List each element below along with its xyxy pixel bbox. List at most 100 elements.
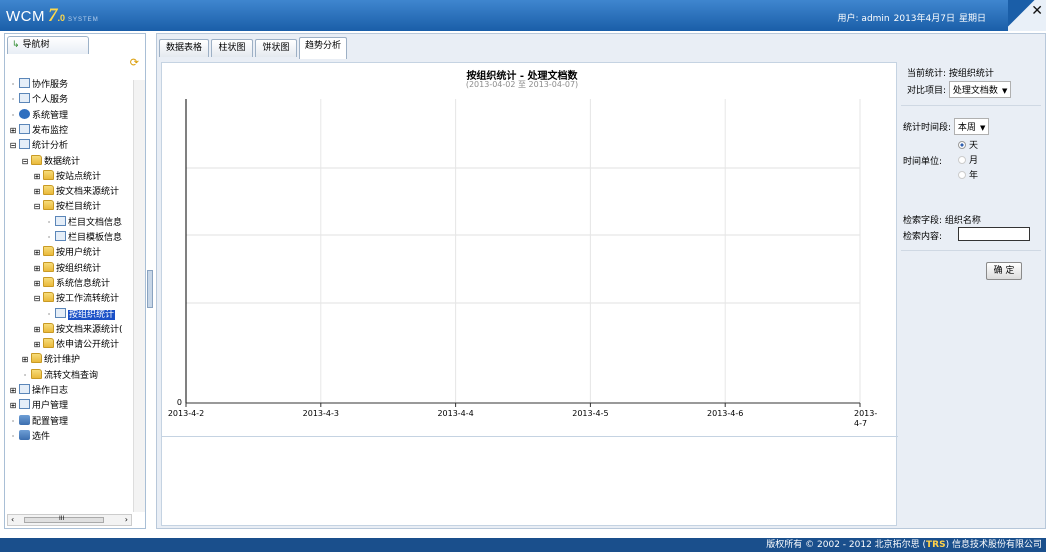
folder-icon — [31, 154, 42, 165]
doc-icon — [19, 139, 30, 150]
tree-line-icon: · — [47, 217, 51, 227]
collapse-icon[interactable]: ⊟ — [31, 201, 43, 213]
expand-icon[interactable]: ⊞ — [31, 263, 43, 275]
folder-icon — [43, 185, 54, 196]
tree-node-label: 栏目文档信息 — [68, 217, 123, 228]
tree-node[interactable]: · 流转文档查询 — [19, 368, 99, 383]
folder-icon — [43, 276, 54, 287]
expand-icon[interactable]: ⊞ — [7, 125, 19, 137]
tree-node[interactable]: ⊟ 数据统计 — [19, 154, 80, 169]
expand-icon[interactable]: ⊞ — [31, 247, 43, 259]
radio-month[interactable] — [958, 156, 966, 164]
tree-node[interactable]: ⊞ 发布监控 — [7, 123, 68, 138]
tree-node[interactable]: · 栏目模板信息 — [43, 231, 122, 245]
tree-line-icon: · — [47, 309, 51, 319]
folder-icon — [31, 368, 42, 379]
tree-node[interactable]: ⊞ 按文档来源统计 — [31, 185, 119, 199]
tree-node[interactable]: ⊞ 按组织统计 — [31, 261, 101, 276]
tree-node[interactable]: ⊞ 按文档来源统计( — [31, 322, 123, 337]
expand-icon[interactable]: ⊞ — [7, 385, 19, 397]
user-info: 用户: admin 2013年4月7日 星期日 — [834, 11, 986, 24]
folder-icon — [43, 322, 54, 333]
tree-node[interactable]: · 配置管理 — [7, 414, 69, 429]
tab-pie-chart[interactable]: 饼状图 — [255, 39, 297, 57]
search-content-input[interactable] — [958, 227, 1030, 241]
close-icon: ✕ — [1031, 3, 1043, 19]
tree-node[interactable]: ⊞ 依申请公开统计 — [31, 338, 119, 352]
doc-icon — [55, 231, 66, 241]
x-tick-label: 2013- — [854, 409, 877, 418]
top-header-bar: WCM 7.0 SYSTEM 用户: admin 2013年4月7日 星期日 ✕ — [0, 0, 1046, 31]
refresh-icon[interactable]: ⟳ — [130, 56, 139, 69]
tree-node[interactable]: · 选件 — [7, 429, 51, 444]
tree-node[interactable]: ⊞ 按站点统计 — [31, 169, 101, 184]
tree-node[interactable]: ⊞ 操作日志 — [7, 384, 68, 398]
tab-data-table[interactable]: 数据表格 — [159, 39, 209, 57]
doc-icon — [19, 78, 30, 88]
scroll-right-icon[interactable]: › — [125, 515, 128, 524]
tree-node[interactable]: ⊞ 系统信息统计 — [31, 276, 110, 291]
tree-node[interactable]: ⊟ 按工作流转统计 — [31, 292, 119, 306]
tree-node[interactable]: ⊞ 用户管理 — [7, 399, 68, 413]
compare-item-select[interactable]: 处理文档数 ▼ — [948, 81, 1012, 98]
tree-node[interactable]: · 个人服务 — [7, 93, 68, 107]
search-field-value: 组织名称 — [944, 216, 981, 226]
tree-node-label: 系统管理 — [32, 110, 69, 121]
close-button[interactable]: ✕ — [1008, 0, 1046, 31]
tab-bar-chart[interactable]: 柱状图 — [211, 39, 253, 57]
tree-vertical-scrollbar[interactable] — [133, 80, 145, 512]
folder-icon — [43, 292, 54, 303]
chevron-down-icon: ▼ — [979, 124, 986, 132]
chart-area: 0 2013-4-2 2013-4-3 2013-4-4 2013-4-5 2013-4-… — [161, 62, 898, 526]
tab-trend-analysis[interactable]: 趋势分析 — [299, 37, 347, 59]
period-select[interactable]: 本周 ▼ — [953, 118, 990, 135]
tree-node[interactable]: · 系统管理 — [7, 108, 69, 123]
footer: 版权所有 © 2002 - 2012 北京拓尔思 (TRS) 信息技术股份有限公… — [0, 538, 1046, 552]
confirm-button[interactable]: 确 定 — [986, 262, 1022, 280]
collapse-icon[interactable]: ⊟ — [31, 293, 43, 305]
radio-year[interactable] — [958, 171, 966, 179]
expand-icon[interactable]: ⊞ — [31, 171, 43, 183]
manager-icon — [19, 429, 30, 440]
tree-node-label: 按栏目统计 — [56, 202, 102, 213]
expand-icon[interactable]: ⊞ — [7, 400, 19, 412]
expand-icon[interactable]: ⊞ — [31, 339, 43, 351]
scrollbar-thumb[interactable]: III — [24, 515, 104, 523]
doc-icon — [19, 384, 30, 394]
tree-node[interactable]: · 按组织统计 — [43, 307, 116, 322]
unit-option-day[interactable]: 天 — [958, 138, 978, 151]
expand-icon[interactable]: ⊞ — [31, 324, 43, 336]
tree-horizontal-scrollbar[interactable]: ‹ III › — [7, 514, 132, 526]
tree-node-label: 流转文档查询 — [44, 370, 99, 381]
tree-node[interactable]: · 协作服务 — [7, 78, 68, 92]
tree-node-label: 按用户统计 — [56, 248, 102, 259]
x-tick-label: 2013-4-6 — [707, 409, 743, 418]
collapse-icon[interactable]: ⊟ — [19, 156, 31, 168]
radio-day[interactable] — [958, 141, 966, 149]
tree-node[interactable]: · 栏目文档信息 — [43, 215, 123, 230]
sidebar-collapse-handle[interactable] — [147, 270, 153, 308]
trend-chart: 0 2013-4-2 2013-4-3 2013-4-4 2013-4-5 2013-4-… — [168, 99, 877, 428]
scroll-left-icon[interactable]: ‹ — [11, 515, 14, 524]
tree-node-label: 依申请公开统计 — [56, 340, 120, 351]
tree-node[interactable]: ⊞ 统计维护 — [19, 353, 80, 367]
tree-node-label: 配置管理 — [32, 416, 69, 427]
unit-option-month[interactable]: 月 — [958, 153, 978, 166]
tree-node-label: 选件 — [32, 431, 51, 442]
compare-row: 对比项目: 处理文档数 ▼ — [907, 81, 1012, 98]
expand-icon[interactable]: ⊞ — [31, 278, 43, 290]
unit-option-year[interactable]: 年 — [958, 168, 978, 181]
tree-node[interactable]: ⊟ 统计分析 — [7, 139, 68, 153]
tree-node-label: 按文档来源统计 — [56, 187, 120, 198]
tree-line-icon: · — [11, 80, 15, 89]
tree-node[interactable]: ⊞ 按用户统计 — [31, 246, 101, 260]
collapse-icon[interactable]: ⊟ — [7, 140, 19, 152]
tab-navigation-tree[interactable]: ↳ 导航树 — [7, 36, 89, 54]
x-tick-label: 2013-4-2 — [168, 409, 204, 418]
tree-line-icon: · — [11, 416, 15, 426]
tree-node[interactable]: ⊟ 按栏目统计 — [31, 200, 101, 214]
tree-node-label: 协作服务 — [32, 80, 69, 90]
tree-node-label: 统计分析 — [32, 141, 69, 152]
expand-icon[interactable]: ⊞ — [19, 354, 31, 366]
expand-icon[interactable]: ⊞ — [31, 186, 43, 198]
